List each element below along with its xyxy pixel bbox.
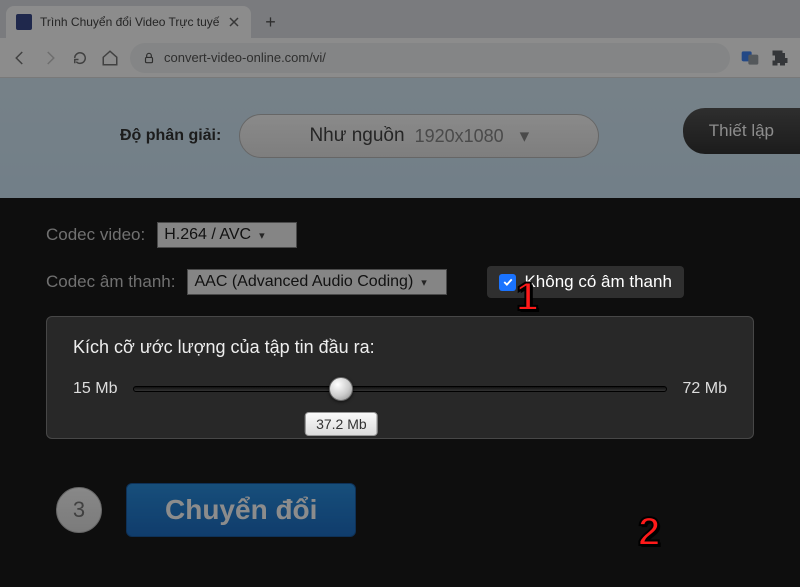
audio-codec-label: Codec âm thanh: xyxy=(46,272,175,292)
audio-codec-value: AAC (Advanced Audio Coding) xyxy=(194,273,413,291)
close-tab-icon[interactable] xyxy=(227,15,241,29)
resolution-select[interactable]: Như nguồn 1920x1080 ▾ xyxy=(239,114,599,158)
chevron-down-icon: ▾ xyxy=(421,276,427,289)
page-content: Độ phân giải: Như nguồn 1920x1080 ▾ Thiế… xyxy=(0,78,800,587)
resolution-dimensions: 1920x1080 xyxy=(415,126,504,147)
output-size-title: Kích cỡ ước lượng của tập tin đầu ra: xyxy=(73,337,727,358)
extensions-icon[interactable] xyxy=(770,48,790,68)
new-tab-button[interactable]: + xyxy=(257,9,283,35)
no-audio-option[interactable]: Không có âm thanh xyxy=(487,266,683,298)
back-button[interactable] xyxy=(10,48,30,68)
browser-chrome: Trình Chuyển đổi Video Trực tuyế + conve… xyxy=(0,0,800,78)
video-codec-label: Codec video: xyxy=(46,225,145,245)
size-max-label: 72 Mb xyxy=(683,380,727,398)
settings-button[interactable]: Thiết lập xyxy=(683,108,800,154)
chevron-down-icon: ▾ xyxy=(520,125,530,148)
slider-track xyxy=(133,386,666,392)
convert-row: 3 Chuyển đổi xyxy=(46,483,754,537)
browser-tab[interactable]: Trình Chuyển đổi Video Trực tuyế xyxy=(6,6,251,38)
no-audio-checkbox[interactable] xyxy=(499,274,516,291)
size-slider[interactable]: 37.2 Mb xyxy=(133,386,666,392)
no-audio-label: Không có âm thanh xyxy=(524,272,671,292)
video-codec-value: H.264 / AVC xyxy=(164,226,251,244)
audio-codec-select[interactable]: AAC (Advanced Audio Coding) ▾ xyxy=(187,269,447,295)
browser-toolbar: convert-video-online.com/vi/ xyxy=(0,38,800,78)
chevron-down-icon: ▾ xyxy=(259,229,265,242)
address-bar[interactable]: convert-video-online.com/vi/ xyxy=(130,43,730,73)
size-min-label: 15 Mb xyxy=(73,380,117,398)
resolution-value: Như nguồn xyxy=(309,125,404,147)
resolution-row: Độ phân giải: Như nguồn 1920x1080 ▾ Thiế… xyxy=(0,78,800,198)
settings-button-label: Thiết lập xyxy=(709,121,774,141)
home-button[interactable] xyxy=(100,48,120,68)
audio-codec-row: Codec âm thanh: AAC (Advanced Audio Codi… xyxy=(46,266,754,298)
convert-button-label: Chuyển đổi xyxy=(165,494,317,525)
url-text: convert-video-online.com/vi/ xyxy=(164,50,326,65)
translate-extension-icon[interactable] xyxy=(740,48,760,68)
resolution-label: Độ phân giải: xyxy=(120,127,221,145)
size-slider-row: 15 Mb 37.2 Mb 72 Mb xyxy=(73,380,727,398)
video-codec-row: Codec video: H.264 / AVC ▾ xyxy=(46,222,754,248)
step-number-badge: 3 xyxy=(56,487,102,533)
forward-button[interactable] xyxy=(40,48,60,68)
video-codec-select[interactable]: H.264 / AVC ▾ xyxy=(157,222,297,248)
lock-icon xyxy=(142,51,156,65)
settings-panel: Codec video: H.264 / AVC ▾ Codec âm than… xyxy=(0,198,800,537)
size-current-value: 37.2 Mb xyxy=(305,412,378,436)
slider-thumb[interactable] xyxy=(329,377,353,401)
favicon-icon xyxy=(16,14,32,30)
tab-strip: Trình Chuyển đổi Video Trực tuyế + xyxy=(0,0,800,38)
reload-button[interactable] xyxy=(70,48,90,68)
tab-title: Trình Chuyển đổi Video Trực tuyế xyxy=(40,15,219,29)
output-size-panel: Kích cỡ ước lượng của tập tin đầu ra: 15… xyxy=(46,316,754,439)
convert-button[interactable]: Chuyển đổi xyxy=(126,483,356,537)
